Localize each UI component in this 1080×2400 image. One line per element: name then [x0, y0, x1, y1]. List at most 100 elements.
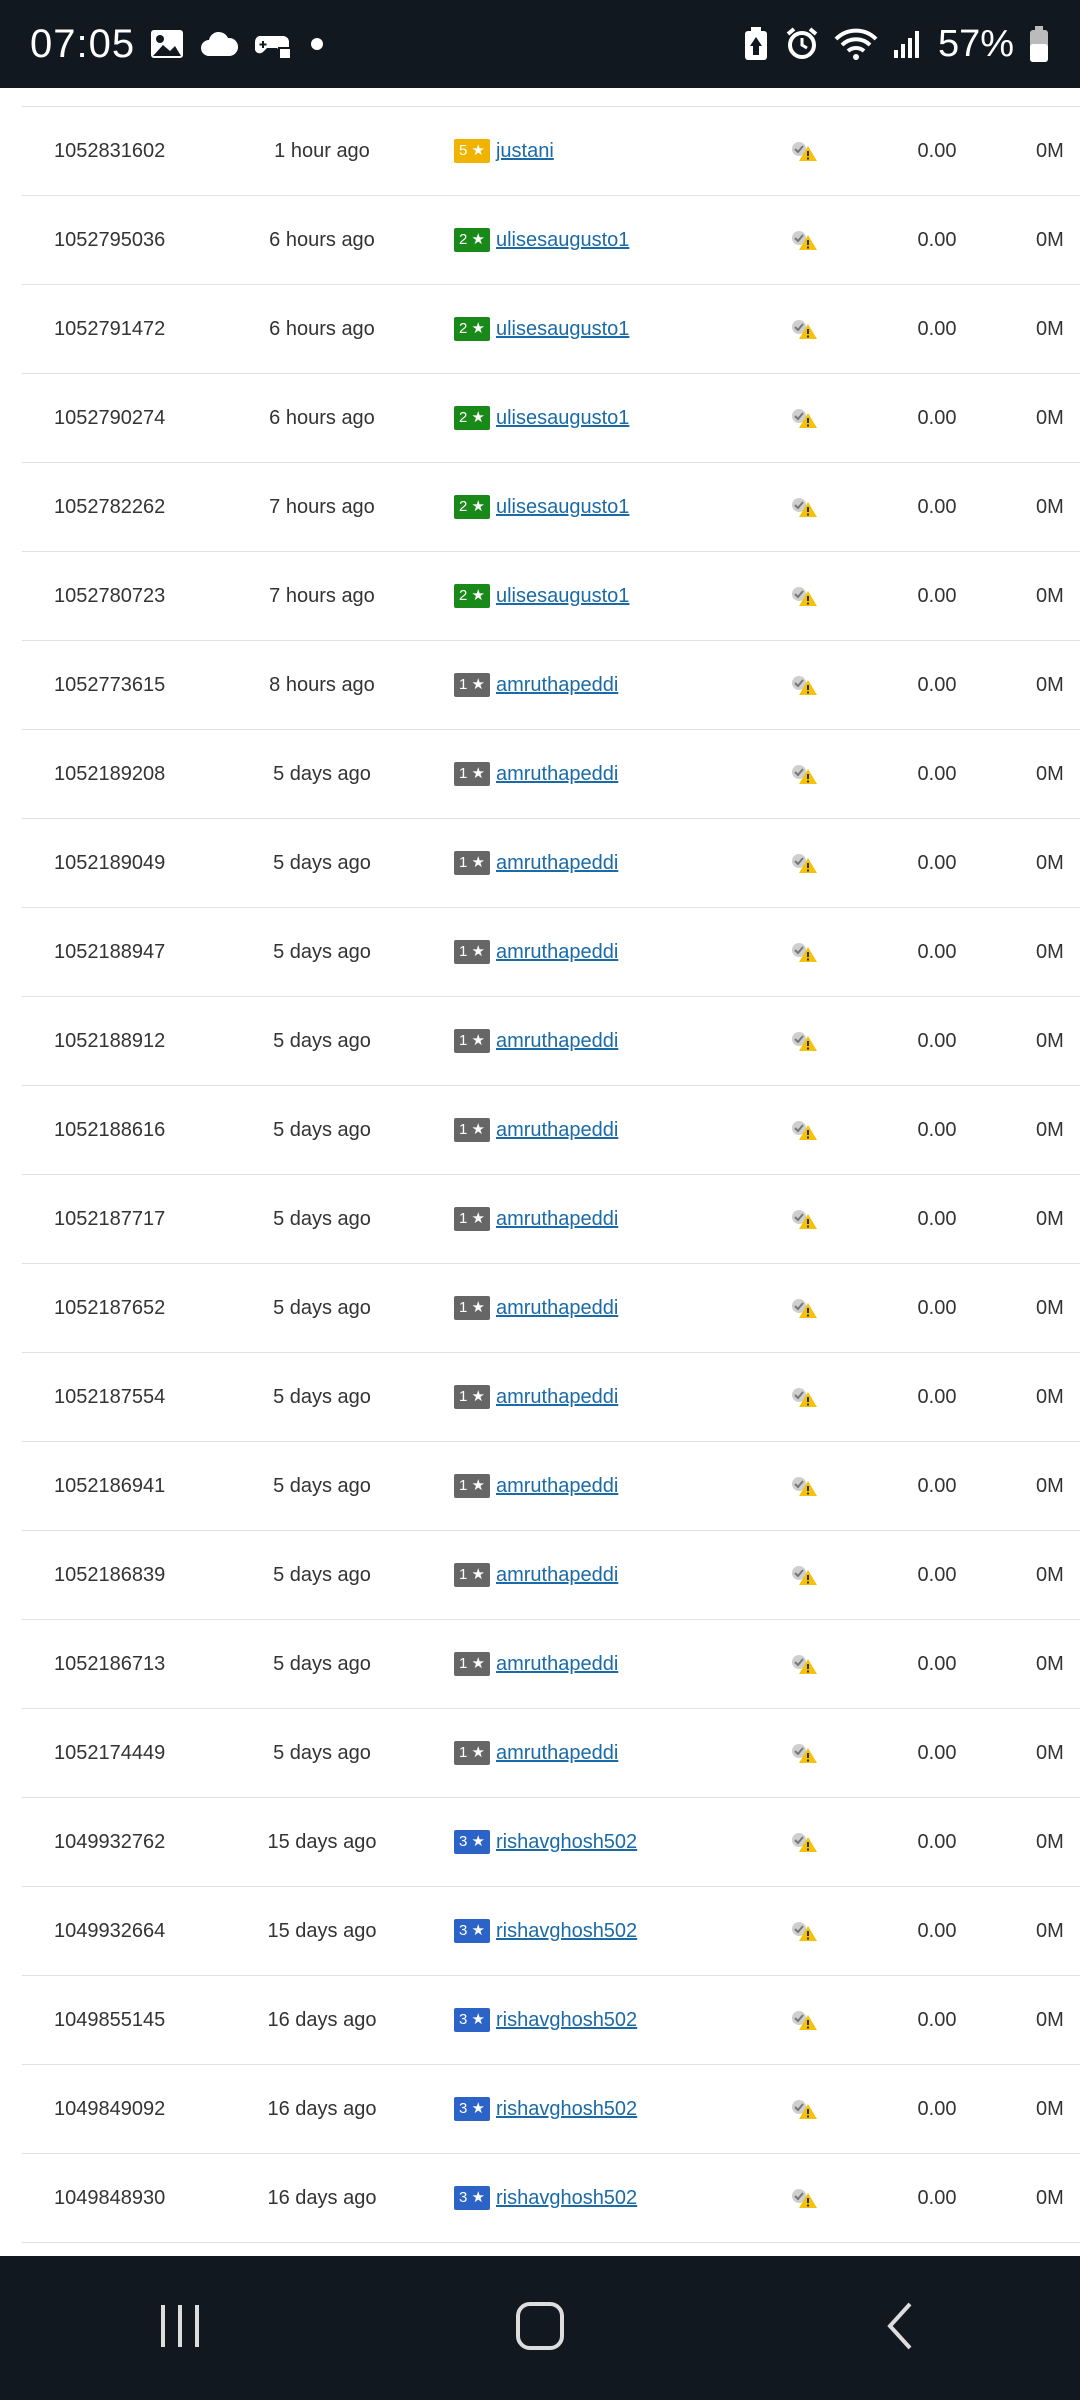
- submission-id: 1049849092: [54, 2097, 166, 2120]
- warning-icon: [790, 463, 818, 551]
- submission-id: 1049848930: [54, 2186, 166, 2209]
- username-link[interactable]: rishavghosh502: [496, 1920, 637, 1943]
- username-link[interactable]: amruthapeddi: [496, 763, 618, 786]
- star-icon: ★: [471, 854, 485, 871]
- submission-id: 1052831710: [54, 88, 165, 106]
- memory-value: 0M: [1036, 1296, 1064, 1319]
- user-cell: 5 ★ justani: [454, 107, 554, 195]
- username-link[interactable]: amruthapeddi: [496, 941, 618, 964]
- table-row: 1052773615 8 hours ago 1 ★ amruthapeddi 0.00…: [22, 641, 1080, 730]
- username-link[interactable]: amruthapeddi: [496, 1119, 618, 1142]
- submission-id: 1052188947: [54, 940, 166, 963]
- rank-number: 1: [459, 1299, 468, 1316]
- table-row: 1052189208 5 days ago 1 ★ amruthapeddi 0.00 0…: [22, 730, 1080, 819]
- username-link[interactable]: ulisesaugusto1: [496, 496, 629, 519]
- submission-time: 5 days ago: [273, 1385, 371, 1408]
- username-link[interactable]: amruthapeddi: [496, 1030, 618, 1053]
- score-value: 0.00: [917, 317, 957, 340]
- submission-time: 5 days ago: [273, 851, 371, 874]
- table-row: 1049848930 16 days ago 3 ★ rishavghosh502 0.…: [22, 2154, 1080, 2243]
- submission-time: 7 hours ago: [269, 584, 375, 607]
- score-value: 0.00: [882, 88, 992, 106]
- user-cell: 3 ★ rishavghosh502: [454, 2154, 637, 2242]
- username-link[interactable]: amruthapeddi: [496, 852, 618, 875]
- warning-icon: [790, 1976, 818, 2064]
- score-value: 0.00: [917, 1919, 957, 1942]
- username-link[interactable]: amruthapeddi: [496, 1742, 618, 1765]
- submission-time: 5 days ago: [273, 1474, 371, 1497]
- battery-icon: [1028, 25, 1050, 63]
- username-link[interactable]: rishavghosh502: [496, 2098, 637, 2121]
- submission-id: 1052189049: [54, 851, 166, 874]
- submissions-table[interactable]: 10528317101 hour ago5 ★justani0.000M1052…: [0, 88, 1080, 2256]
- rank-badge: 3 ★: [454, 2008, 490, 2032]
- warning-icon: [790, 552, 818, 640]
- submission-id: 1052188912: [54, 1029, 166, 1052]
- username-link[interactable]: amruthapeddi: [496, 1475, 618, 1498]
- username-link[interactable]: ulisesaugusto1: [496, 229, 629, 252]
- table-row: 1052791472 6 hours ago 2 ★ ulisesaugusto1 0.…: [22, 285, 1080, 374]
- username-link[interactable]: ulisesaugusto1: [496, 407, 629, 430]
- rank-number: 2: [459, 320, 468, 337]
- submission-id: 1052831602: [54, 139, 166, 162]
- username-link[interactable]: rishavghosh502: [496, 1831, 637, 1854]
- rank-badge: 1 ★: [454, 940, 490, 964]
- rank-number: 1: [459, 765, 468, 782]
- rank-number: 3: [459, 1833, 468, 1850]
- username-link[interactable]: rishavghosh502: [496, 2187, 637, 2210]
- back-button[interactable]: [830, 2278, 970, 2378]
- score-value: 0.00: [917, 1652, 957, 1675]
- username-link[interactable]: rishavghosh502: [496, 2009, 637, 2032]
- username-link[interactable]: amruthapeddi: [496, 1297, 618, 1320]
- score-value: 0.00: [917, 228, 957, 251]
- submission-time: 5 days ago: [273, 940, 371, 963]
- battery-percent: 57%: [937, 22, 1014, 65]
- user-cell: 2 ★ ulisesaugusto1: [454, 374, 629, 462]
- submission-time: 5 days ago: [273, 1741, 371, 1764]
- star-icon: ★: [471, 2011, 485, 2028]
- memory-value: 0M: [1036, 2008, 1064, 2031]
- rank-number: 2: [459, 498, 468, 515]
- rank-badge: 1 ★: [454, 1207, 490, 1231]
- rank-badge: 3 ★: [454, 1919, 490, 1943]
- submission-id: 1052782262: [54, 495, 166, 518]
- username-link[interactable]: ulisesaugusto1: [496, 585, 629, 608]
- score-value: 0.00: [917, 1296, 957, 1319]
- submission-time: 5 days ago: [273, 762, 371, 785]
- user-cell: 1 ★ amruthapeddi: [454, 1353, 618, 1441]
- submission-time: 6 hours ago: [269, 228, 375, 251]
- username-link[interactable]: ulisesaugusto1: [496, 318, 629, 341]
- memory-value: 0M: [1036, 495, 1064, 518]
- rank-number: 3: [459, 2011, 468, 2028]
- rank-badge: 1 ★: [454, 1652, 490, 1676]
- username-link[interactable]: amruthapeddi: [496, 1208, 618, 1231]
- rank-number: 3: [459, 2100, 468, 2117]
- username-link[interactable]: amruthapeddi: [496, 1653, 618, 1676]
- star-icon: ★: [471, 1121, 485, 1138]
- table-row: 1052790274 6 hours ago 2 ★ ulisesaugusto1 0.…: [22, 374, 1080, 463]
- score-value: 0.00: [917, 940, 957, 963]
- warning-icon: [790, 908, 818, 996]
- table-row: 1049932762 15 days ago 3 ★ rishavghosh502 0.…: [22, 1798, 1080, 1887]
- score-value: 0.00: [917, 406, 957, 429]
- user-cell: 2 ★ ulisesaugusto1: [454, 552, 629, 640]
- warning-icon: [790, 730, 818, 818]
- star-icon: ★: [471, 1299, 485, 1316]
- star-icon: ★: [471, 676, 485, 693]
- home-icon: [514, 2300, 566, 2356]
- star-icon: ★: [471, 2100, 485, 2117]
- recents-button[interactable]: [110, 2278, 250, 2378]
- home-button[interactable]: [470, 2278, 610, 2378]
- star-icon: ★: [471, 1744, 485, 1761]
- username-link[interactable]: amruthapeddi: [496, 1386, 618, 1409]
- wifi-icon: [834, 27, 878, 61]
- username-link[interactable]: amruthapeddi: [496, 1564, 618, 1587]
- rank-number: 2: [459, 587, 468, 604]
- warning-icon: [790, 285, 818, 373]
- submission-id: 1052186839: [54, 1563, 166, 1586]
- submission-id: 1052791472: [54, 317, 166, 340]
- user-cell: 2 ★ ulisesaugusto1: [454, 196, 629, 284]
- username-link[interactable]: justani: [496, 140, 554, 163]
- username-link[interactable]: amruthapeddi: [496, 674, 618, 697]
- star-icon: ★: [471, 320, 485, 337]
